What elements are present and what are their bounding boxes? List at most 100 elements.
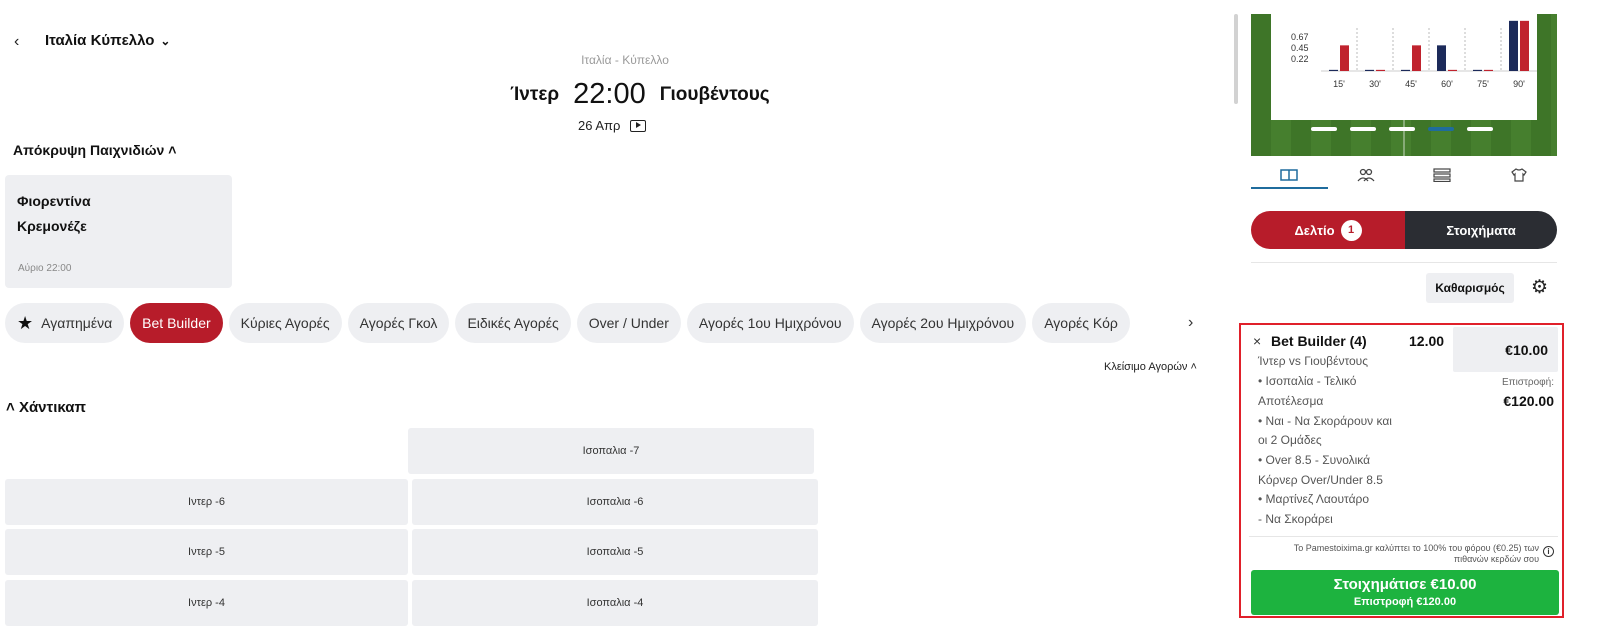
carousel-dot-active[interactable] [1428,127,1454,131]
chart-bar [1509,20,1518,71]
jersey-glyph [1510,168,1527,182]
x-tick-label: 60' [1441,79,1453,89]
tab-second-half[interactable]: Αγορές 2ου Ημιχρόνου [859,303,1027,343]
place-bet-button[interactable]: Στοιχημάτισε €10.00 Επιστροφή €120.00 [1251,570,1559,615]
market-cell[interactable]: Ισοπαλια -4 [412,580,818,626]
game-away-team: Κρεμονέζε [17,218,87,234]
tab-goal-markets[interactable]: Αγορές Γκολ [347,303,450,343]
chevron-up-icon: ˄ [168,142,177,158]
chart-bar [1473,69,1482,71]
bet-selection-line: • Μαρτίνεζ Λαουτάρο [1258,492,1370,506]
chart-bar [1365,69,1374,71]
betslip-tab[interactable]: Δελτίο 1 [1251,211,1405,249]
list-glyph [1433,168,1451,182]
jersey-icon[interactable] [1481,160,1558,190]
tab-label: Αγαπημένα [41,315,113,331]
close-markets-toggle[interactable]: Κλείσιμο Αγορών ˄ [1104,361,1197,373]
bet-selection-line: Αποτέλεσμα [1258,394,1324,408]
tab-special-markets[interactable]: Ειδικές Αγορές [455,303,571,343]
widget-icon-tabs [1251,160,1557,190]
divider [1251,262,1557,263]
info-icon[interactable]: i [1543,546,1554,557]
market-cell[interactable]: Ισοπαλια -7 [408,428,814,474]
match-date: 26 Απρ [578,118,621,133]
tab-over-under[interactable]: Over / Under [576,303,681,343]
game-card[interactable]: Φιορεντίνα Κρεμονέζε Αύριο 22:00 [5,175,232,288]
tab-first-half[interactable]: Αγορές 1ου Ημιχρόνου [686,303,854,343]
match-header: Ίντερ 22:00 Γιουβέντους [0,78,1280,111]
bet-selection-line: • Ναι - Να Σκοράρουν και [1258,414,1392,428]
x-tick-label: 90' [1513,79,1525,89]
chevron-down-icon: ⌄ [160,33,171,48]
y-tick-label: 0.45 [1291,43,1309,53]
betslip-count-badge: 1 [1340,219,1362,241]
market-cell[interactable]: Ιντερ -5 [5,529,408,575]
tab-label: Αγορές Γκολ [359,315,438,331]
tab-favorites[interactable]: ★ Αγαπημένα [5,303,125,343]
hide-games-toggle[interactable]: Απόκρυψη Παιχνιδιών ˄ [13,142,176,158]
chevron-right-icon[interactable]: › [1188,314,1193,332]
market-cell[interactable]: Ισοπαλια -5 [412,529,818,575]
tab-bet-builder[interactable]: Bet Builder [130,303,223,343]
chevron-up-icon: ˄ [6,399,15,416]
tab-label: Αγορές 2ου Ημιχρόνου [871,315,1015,331]
league-subtitle: Ιταλία - Κύπελλο [581,53,669,67]
back-icon[interactable]: ‹ [14,33,19,51]
bet-selection-line: - Να Σκοράρει [1258,512,1333,526]
carousel-dot[interactable] [1467,127,1493,131]
return-value: €120.00 [1503,393,1554,409]
chart-bar [1448,69,1457,71]
hide-games-label: Απόκρυψη Παιχνιδιών [13,142,165,158]
goals-timeline-chart: 0.67 0.45 0.22 15' 30' 45' 60' 75' 90' [1271,14,1537,120]
pitch-icon[interactable] [1251,160,1328,190]
chevron-up-icon: ˄ [1190,361,1197,373]
bet-selection-line: οι 2 Ομάδες [1258,433,1322,447]
market-cell[interactable]: Ιντερ -6 [5,479,408,525]
handicap-section-header[interactable]: ˄ Χάντικαπ [6,399,86,416]
bet-selection-line: • Over 8.5 - Συνολικά [1258,453,1371,467]
tab-label: Αγορές Κόρ [1044,315,1118,331]
market-tabs: ★ Αγαπημένα Bet Builder Κύριες Αγορές Αγ… [5,303,1180,343]
chart-bar [1484,69,1493,71]
place-bet-label: Στοιχημάτισε €10.00 [1333,576,1477,593]
clear-button[interactable]: Καθαρισμός [1426,273,1514,303]
competition-selector[interactable]: Ιταλία Κύπελλο ⌄ [45,32,170,49]
tab-label: Bet Builder [142,315,211,331]
bet-title: Bet Builder (4) [1271,333,1367,349]
chart-bar [1437,45,1446,71]
gear-icon[interactable]: ⚙ [1531,278,1548,298]
stake-input[interactable]: €10.00 [1453,327,1558,372]
y-tick-label: 0.22 [1291,54,1309,64]
lineups-icon[interactable] [1328,160,1405,190]
game-home-team: Φιορεντίνα [17,193,91,209]
section-title: Χάντικαπ [18,399,86,416]
x-tick-label: 15' [1333,79,1345,89]
my-bets-tab[interactable]: Στοιχήματα [1405,211,1557,249]
close-icon[interactable]: × [1253,333,1261,349]
tab-corners[interactable]: Αγορές Κόρ [1032,303,1130,343]
betslip-label: Δελτίο [1294,222,1335,238]
carousel-dot[interactable] [1350,127,1376,131]
away-team: Γιουβέντους [659,83,770,105]
chart-bar [1376,69,1385,71]
tab-main-markets[interactable]: Κύριες Αγορές [228,303,342,343]
bet-match: Ίντερ vs Γιουβέντους [1258,354,1369,368]
slip-toggle: Δελτίο 1 Στοιχήματα [1251,211,1557,249]
x-tick-label: 75' [1477,79,1489,89]
chart-bar [1520,20,1529,71]
bet-builder-slip: × Bet Builder (4) 12.00 €10.00 Επιστροφή… [1239,323,1564,618]
carousel-dot[interactable] [1311,127,1337,131]
market-cell[interactable]: Ιντερ -4 [5,580,408,626]
tab-label: Κύριες Αγορές [240,315,330,331]
chart-bar [1401,69,1410,71]
carousel-dot[interactable] [1389,127,1415,131]
live-stream-icon[interactable] [630,119,647,132]
bet-selection-line: • Ισοπαλία - Τελικό [1258,374,1357,388]
market-cell[interactable]: Ισοπαλια -6 [412,479,818,525]
star-icon: ★ [17,312,34,333]
stats-list-icon[interactable] [1404,160,1481,190]
pitch-glyph [1280,169,1298,181]
tab-label: Αγορές 1ου Ημιχρόνου [698,315,842,331]
game-time: Αύριο 22:00 [18,263,72,274]
scrollbar-thumb[interactable] [1234,14,1238,104]
